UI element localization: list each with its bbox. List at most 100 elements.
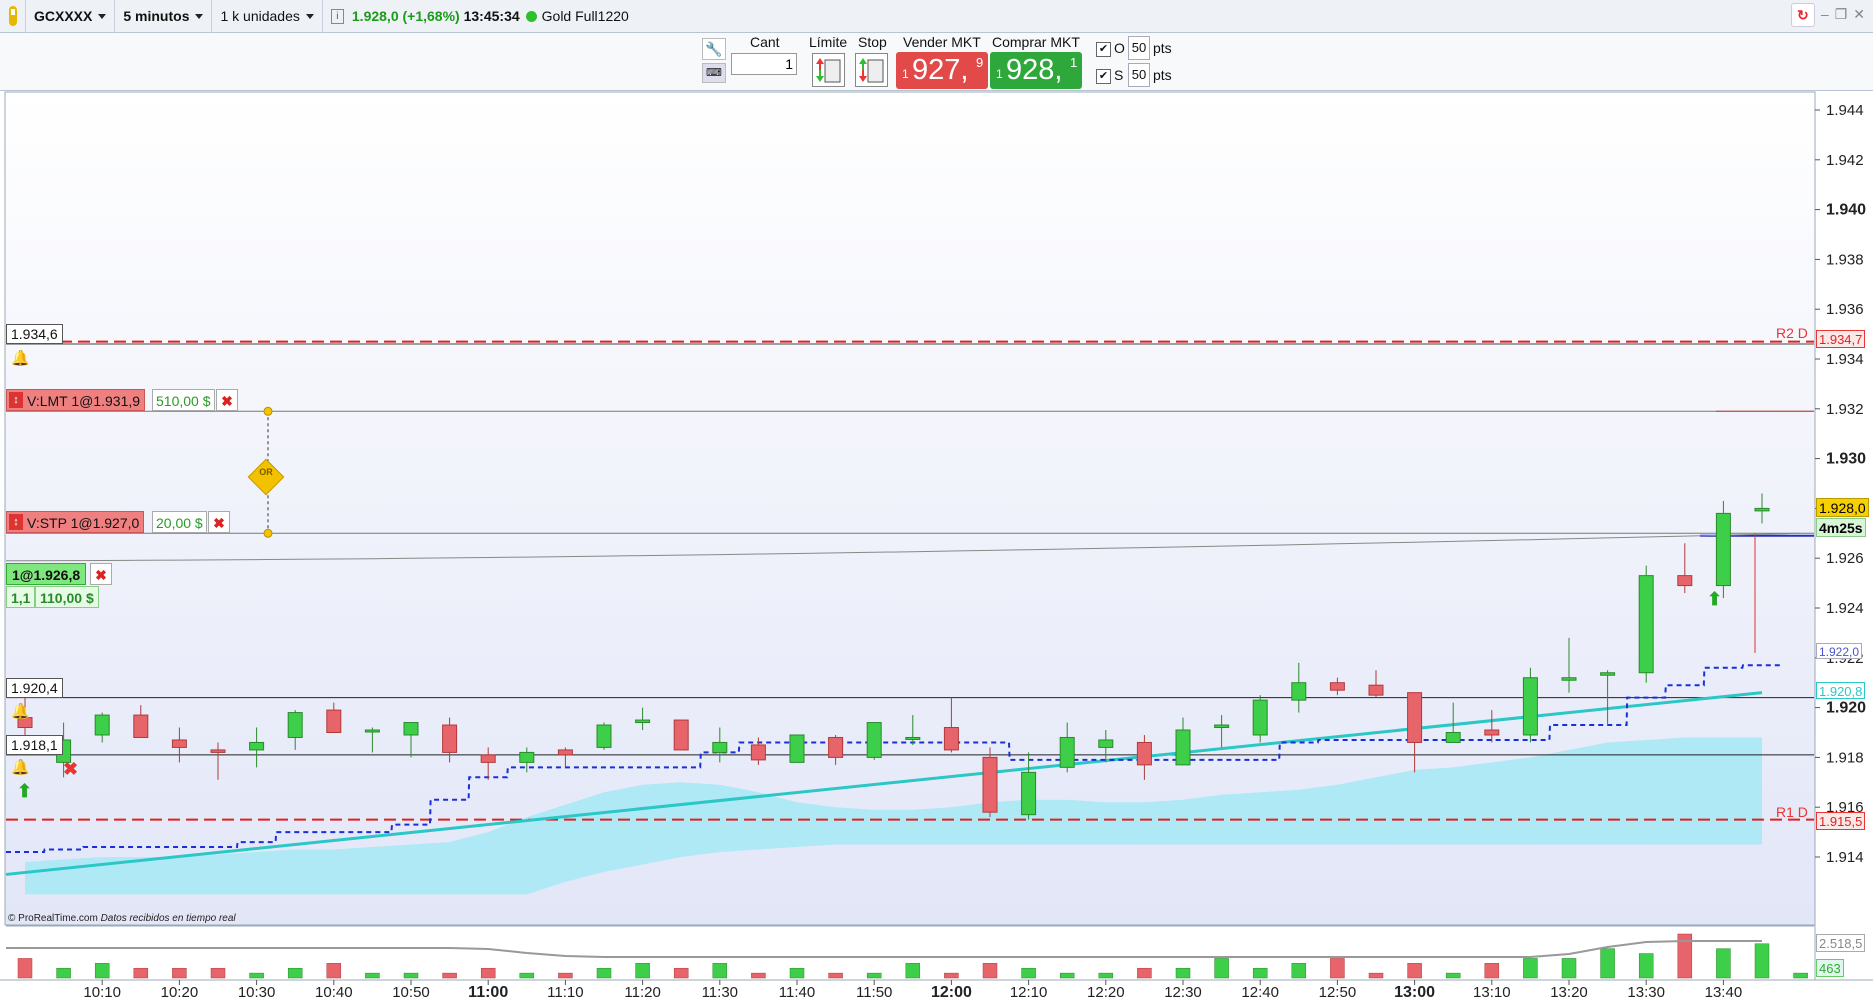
s-pts-input[interactable]: 50 xyxy=(1128,63,1150,87)
volume-bar xyxy=(712,963,728,979)
volume-bar xyxy=(1445,972,1461,979)
candle xyxy=(1600,670,1616,726)
candle xyxy=(1368,670,1384,698)
units-select[interactable]: 1 k unidades xyxy=(212,0,323,33)
x-tick-label: 13:20 xyxy=(1550,984,1588,1000)
minimize-icon[interactable]: – xyxy=(1821,6,1829,27)
bell-icon[interactable]: 🔔 xyxy=(11,349,30,367)
alert-line-label-2[interactable]: 1.920,4 xyxy=(6,678,63,698)
volume-bar xyxy=(1484,963,1500,979)
buy-market-button[interactable]: 1 928, 1 xyxy=(990,52,1082,89)
stop-label: Stop xyxy=(858,34,887,50)
candle xyxy=(1329,677,1345,696)
close-icon[interactable]: ✖ xyxy=(63,759,78,780)
candle-body xyxy=(1368,684,1384,696)
candle-body xyxy=(1754,507,1770,512)
top-toolbar: GCXXXX 5 minutos 1 k unidades i 1.928,0 … xyxy=(0,0,1873,33)
candle-body xyxy=(1214,724,1230,729)
candle xyxy=(712,727,728,763)
r1-label: R1 D xyxy=(1776,804,1808,820)
volume-bar xyxy=(1716,948,1731,979)
refresh-icon[interactable]: ↻ xyxy=(1790,3,1815,27)
volume-bar xyxy=(1754,943,1770,979)
volume-bar xyxy=(56,967,71,979)
instrument-select[interactable]: GCXXXX xyxy=(26,0,116,33)
x-tick-label: 11:30 xyxy=(702,984,738,1000)
candle-body xyxy=(1677,575,1693,587)
stoploss-price-label: 1.922,0 xyxy=(1816,643,1863,659)
candle xyxy=(1059,722,1075,773)
limit-order-tag[interactable]: ↕ V:LMT 1@1.931,9 xyxy=(6,389,146,411)
stop-order-tag[interactable]: ↕ V:STP 1@1.927,0 xyxy=(6,511,145,533)
chevron-down-icon xyxy=(98,13,107,19)
y-tick-label: 1.936 xyxy=(1826,301,1864,318)
position-tag[interactable]: 1@1.926,8 xyxy=(6,563,87,585)
chevron-down-icon xyxy=(195,13,204,19)
o-pts-input[interactable]: 50 xyxy=(1128,36,1150,60)
limit-order-button[interactable] xyxy=(812,53,845,87)
timeframe-select[interactable]: 5 minutos xyxy=(115,0,213,33)
alert-line-label-3[interactable]: 1.918,1 xyxy=(6,735,63,755)
volume-bar xyxy=(1098,972,1114,979)
qty-label: Cant xyxy=(750,34,780,50)
candle-body xyxy=(828,736,844,758)
x-tick-label: 10:20 xyxy=(161,984,199,1000)
close-icon[interactable]: ✕ xyxy=(1853,6,1865,27)
volume-bar xyxy=(751,972,766,979)
copyright: © ProRealTime.com Datos recibidos en tie… xyxy=(8,913,236,924)
candle xyxy=(635,707,651,731)
o-label: O xyxy=(1114,40,1125,56)
volume-label: 463 xyxy=(1816,959,1844,977)
candle-body xyxy=(519,751,535,763)
volume-bar xyxy=(17,958,33,979)
stop-order-button[interactable] xyxy=(855,53,888,87)
volume-bar xyxy=(1137,967,1152,979)
sma-line xyxy=(5,691,1763,876)
status-dot-icon xyxy=(525,10,537,22)
s-checkbox[interactable]: ✔ xyxy=(1096,69,1111,84)
volume-bar xyxy=(1600,948,1615,979)
restore-icon[interactable]: ❐ xyxy=(1835,6,1848,27)
candle xyxy=(943,697,959,753)
qty-input[interactable] xyxy=(731,53,797,75)
volume-avg-label: 2.518,5 xyxy=(1816,934,1866,952)
close-position-icon[interactable]: ✖ xyxy=(90,563,112,585)
keyboard-icon[interactable]: ⌨ xyxy=(702,63,726,83)
volume-bar xyxy=(1561,958,1577,979)
candle-body xyxy=(1561,677,1577,681)
candle xyxy=(442,717,458,763)
drag-handle-icon[interactable]: ↕ xyxy=(9,514,23,530)
cancel-limit-icon[interactable]: ✖ xyxy=(216,389,238,411)
oco-handle xyxy=(263,406,273,416)
x-tick-label: 12:20 xyxy=(1087,984,1125,1000)
volume-bar xyxy=(172,967,187,979)
drag-handle-icon[interactable]: ↕ xyxy=(9,392,23,408)
y-tick-label: 1.926 xyxy=(1826,550,1864,567)
candle-countdown: 4m25s xyxy=(1816,518,1866,537)
r2-label: R2 D xyxy=(1776,325,1808,341)
candle-body xyxy=(635,719,651,724)
candle-body xyxy=(442,724,458,753)
candle-body xyxy=(326,709,342,734)
window-controls: ↻ – ❐ ✕ xyxy=(1790,3,1865,27)
sell-market-button[interactable]: 1 927, 9 xyxy=(896,52,988,89)
bell-icon[interactable]: 🔔 xyxy=(11,702,30,720)
bell-icon[interactable]: 🔔 xyxy=(11,758,30,776)
candle-body xyxy=(171,739,187,748)
info-icon[interactable]: i xyxy=(330,8,344,24)
o-checkbox[interactable]: ✔ xyxy=(1096,42,1111,57)
wrench-icon[interactable]: 🔧 xyxy=(702,38,726,60)
candle xyxy=(403,722,419,758)
x-tick-label: 11:00 xyxy=(468,984,508,1000)
candle-body xyxy=(287,712,303,738)
candle-body xyxy=(1600,672,1616,676)
cancel-stop-icon[interactable]: ✖ xyxy=(208,511,230,533)
candle xyxy=(326,702,342,734)
volume-bar xyxy=(1638,953,1654,979)
oco-link-icon[interactable] xyxy=(247,458,285,496)
volume-bar xyxy=(905,963,921,979)
candle xyxy=(364,727,380,753)
alert-line-label-1[interactable]: 1.934,6 xyxy=(6,324,63,344)
x-tick-label: 12:40 xyxy=(1241,984,1279,1000)
price-change: (+1,68%) xyxy=(402,8,460,24)
